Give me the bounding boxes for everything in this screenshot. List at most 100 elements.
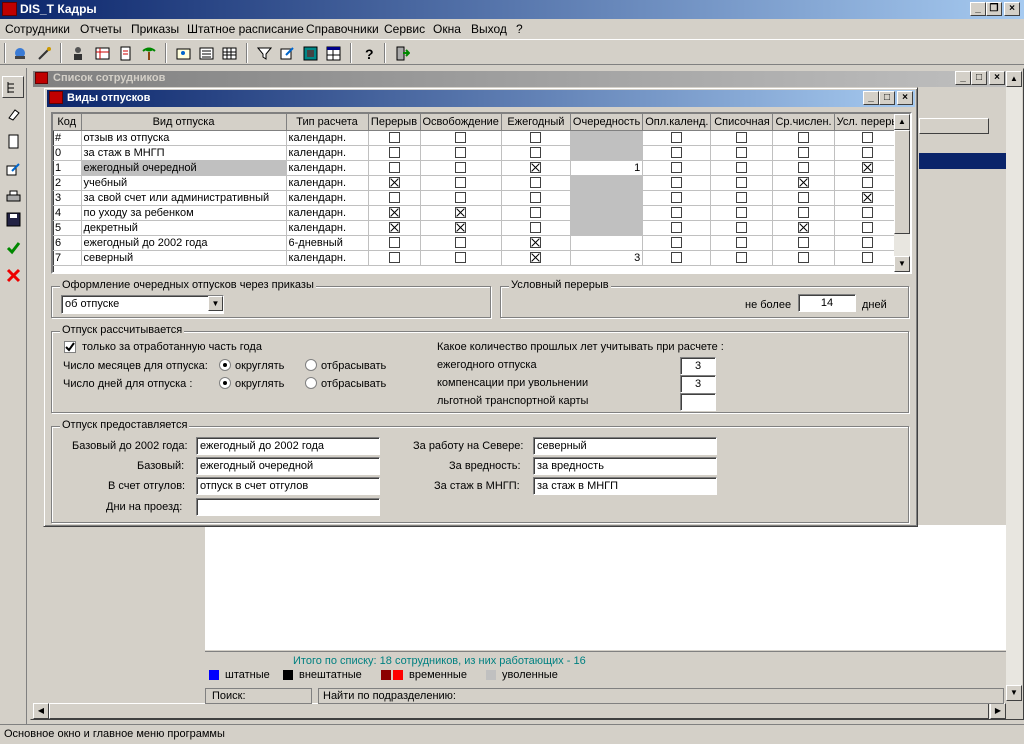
grid-checkbox[interactable] [862,222,874,234]
restore-button[interactable]: ❐ [986,2,1002,16]
grid-checkbox[interactable] [388,177,400,189]
grid-checkbox[interactable] [798,222,810,234]
grid-checkbox[interactable] [736,192,748,204]
days-round-radio[interactable] [219,377,231,389]
grid-checkbox[interactable] [736,162,748,174]
grid-scroll-thumb[interactable] [894,130,910,234]
break-days-input[interactable]: 14 [798,294,856,312]
menu-exit[interactable]: Выход [471,22,507,36]
grid-column-header[interactable]: Опл.календ. [642,114,712,131]
north-input[interactable]: северный [533,437,717,455]
tb-edit-icon[interactable] [277,43,297,63]
grid-checkbox[interactable] [671,147,683,159]
grid-column-header[interactable]: Освобождение [420,114,502,131]
base-input[interactable]: ежегодный очередной [196,457,380,475]
tb-doc-icon[interactable] [115,43,135,63]
emp-hscrollbar[interactable]: ◀ ▶ [33,703,1006,719]
side-edit-icon[interactable] [2,158,24,180]
days-drop-radio[interactable] [305,377,317,389]
table-row[interactable]: 6 ежегодный до 2002 года 6-дневный [53,235,903,251]
grid-checkbox[interactable] [455,207,467,219]
grid-checkbox[interactable] [671,177,683,189]
tb-table-icon[interactable] [92,43,112,63]
grid-scroll-up[interactable]: ▲ [894,114,910,130]
grid-checkbox[interactable] [388,147,400,159]
close-button[interactable]: × [1004,2,1020,16]
table-row[interactable]: 2 учебный календарн. [53,175,903,191]
tb-grid-icon[interactable] [219,43,239,63]
emp-close-button[interactable]: × [989,71,1005,85]
table-row[interactable]: 5 декретный календарн. [53,220,903,236]
grid-checkbox[interactable] [798,237,810,249]
grid-checkbox[interactable] [530,207,542,219]
emp-vscrollbar[interactable]: ▲ ▼ [1006,71,1022,701]
grid-checkbox[interactable] [798,192,810,204]
side-cancel-icon[interactable] [2,264,24,286]
grid-checkbox[interactable] [671,222,683,234]
grid-checkbox[interactable] [862,237,874,249]
grid-checkbox[interactable] [671,162,683,174]
grid-checkbox[interactable] [530,192,542,204]
grid-checkbox[interactable] [862,192,874,204]
grid-checkbox[interactable] [530,252,542,264]
grid-checkbox[interactable] [798,177,810,189]
grid-checkbox[interactable] [671,132,683,144]
grid-checkbox[interactable] [388,252,400,264]
grid-checkbox[interactable] [530,237,542,249]
emp-maximize-button[interactable]: □ [971,71,987,85]
tb-network-icon[interactable] [10,43,30,63]
grid-checkbox[interactable] [862,207,874,219]
dept-search-box[interactable]: Найти по подразделению: [318,688,1004,704]
grid-column-header[interactable]: Ср.числен. [772,114,835,131]
grid-checkbox[interactable] [455,237,467,249]
emp-minimize-button[interactable]: _ [955,71,971,85]
dialog-maximize-button[interactable]: □ [879,91,895,105]
grid-vscrollbar[interactable]: ▲ ▼ [894,114,910,272]
grid-checkbox[interactable] [736,237,748,249]
grid-checkbox[interactable] [798,252,810,264]
worked-part-checkbox[interactable] [64,341,76,353]
grid-checkbox[interactable] [798,162,810,174]
menu-orders[interactable]: Приказы [131,22,179,36]
grid-checkbox[interactable] [736,177,748,189]
tb-palm-icon[interactable] [139,43,159,63]
tb-person-icon[interactable] [68,43,88,63]
grid-column-header[interactable]: Перерыв [368,114,421,131]
grid-column-header[interactable]: Код [53,114,82,131]
grid-checkbox[interactable] [388,222,400,234]
months-round-radio[interactable] [219,359,231,371]
table-row[interactable]: 7 северный календарн. 3 [53,250,903,266]
grid-column-header[interactable]: Вид отпуска [81,114,287,131]
grid-checkbox[interactable] [455,222,467,234]
side-print-icon[interactable] [2,185,24,207]
grid-column-header[interactable]: Тип расчета [286,114,369,131]
grid-checkbox[interactable] [736,147,748,159]
grid-checkbox[interactable] [736,252,748,264]
menu-reports[interactable]: Отчеты [80,22,121,36]
tb-tools-icon[interactable] [34,43,54,63]
dialog-minimize-button[interactable]: _ [863,91,879,105]
menu-references[interactable]: Справочники [306,22,379,36]
side-tree-icon[interactable] [2,76,24,98]
grid-checkbox[interactable] [736,207,748,219]
table-row[interactable]: 3 за свой счет или административный календ… [53,190,903,206]
harm-input[interactable]: за вредность [533,457,717,475]
grid-checkbox[interactable] [671,252,683,264]
employee-list-area[interactable]: Итого по списку: 18 сотрудников, из них … [205,525,1006,667]
tb-users-icon[interactable] [173,43,193,63]
grid-checkbox[interactable] [388,192,400,204]
grid-checkbox[interactable] [798,132,810,144]
menu-help[interactable]: ? [516,22,523,36]
menu-employees[interactable]: Сотрудники [5,22,70,36]
tb-list-icon[interactable] [196,43,216,63]
grid-checkbox[interactable] [862,177,874,189]
table-row[interactable]: 4 по уходу за ребенком календарн. [53,205,903,221]
side-doc-icon[interactable] [2,130,24,152]
grid-checkbox[interactable] [388,237,400,249]
grid-checkbox[interactable] [455,192,467,204]
emp-selected-row[interactable] [919,153,1007,169]
grid-checkbox[interactable] [530,177,542,189]
chevron-down-icon[interactable]: ▼ [208,296,223,311]
table-row[interactable]: # отзыв из отпуска календарн. [53,130,903,146]
tb-frame-icon[interactable] [300,43,320,63]
